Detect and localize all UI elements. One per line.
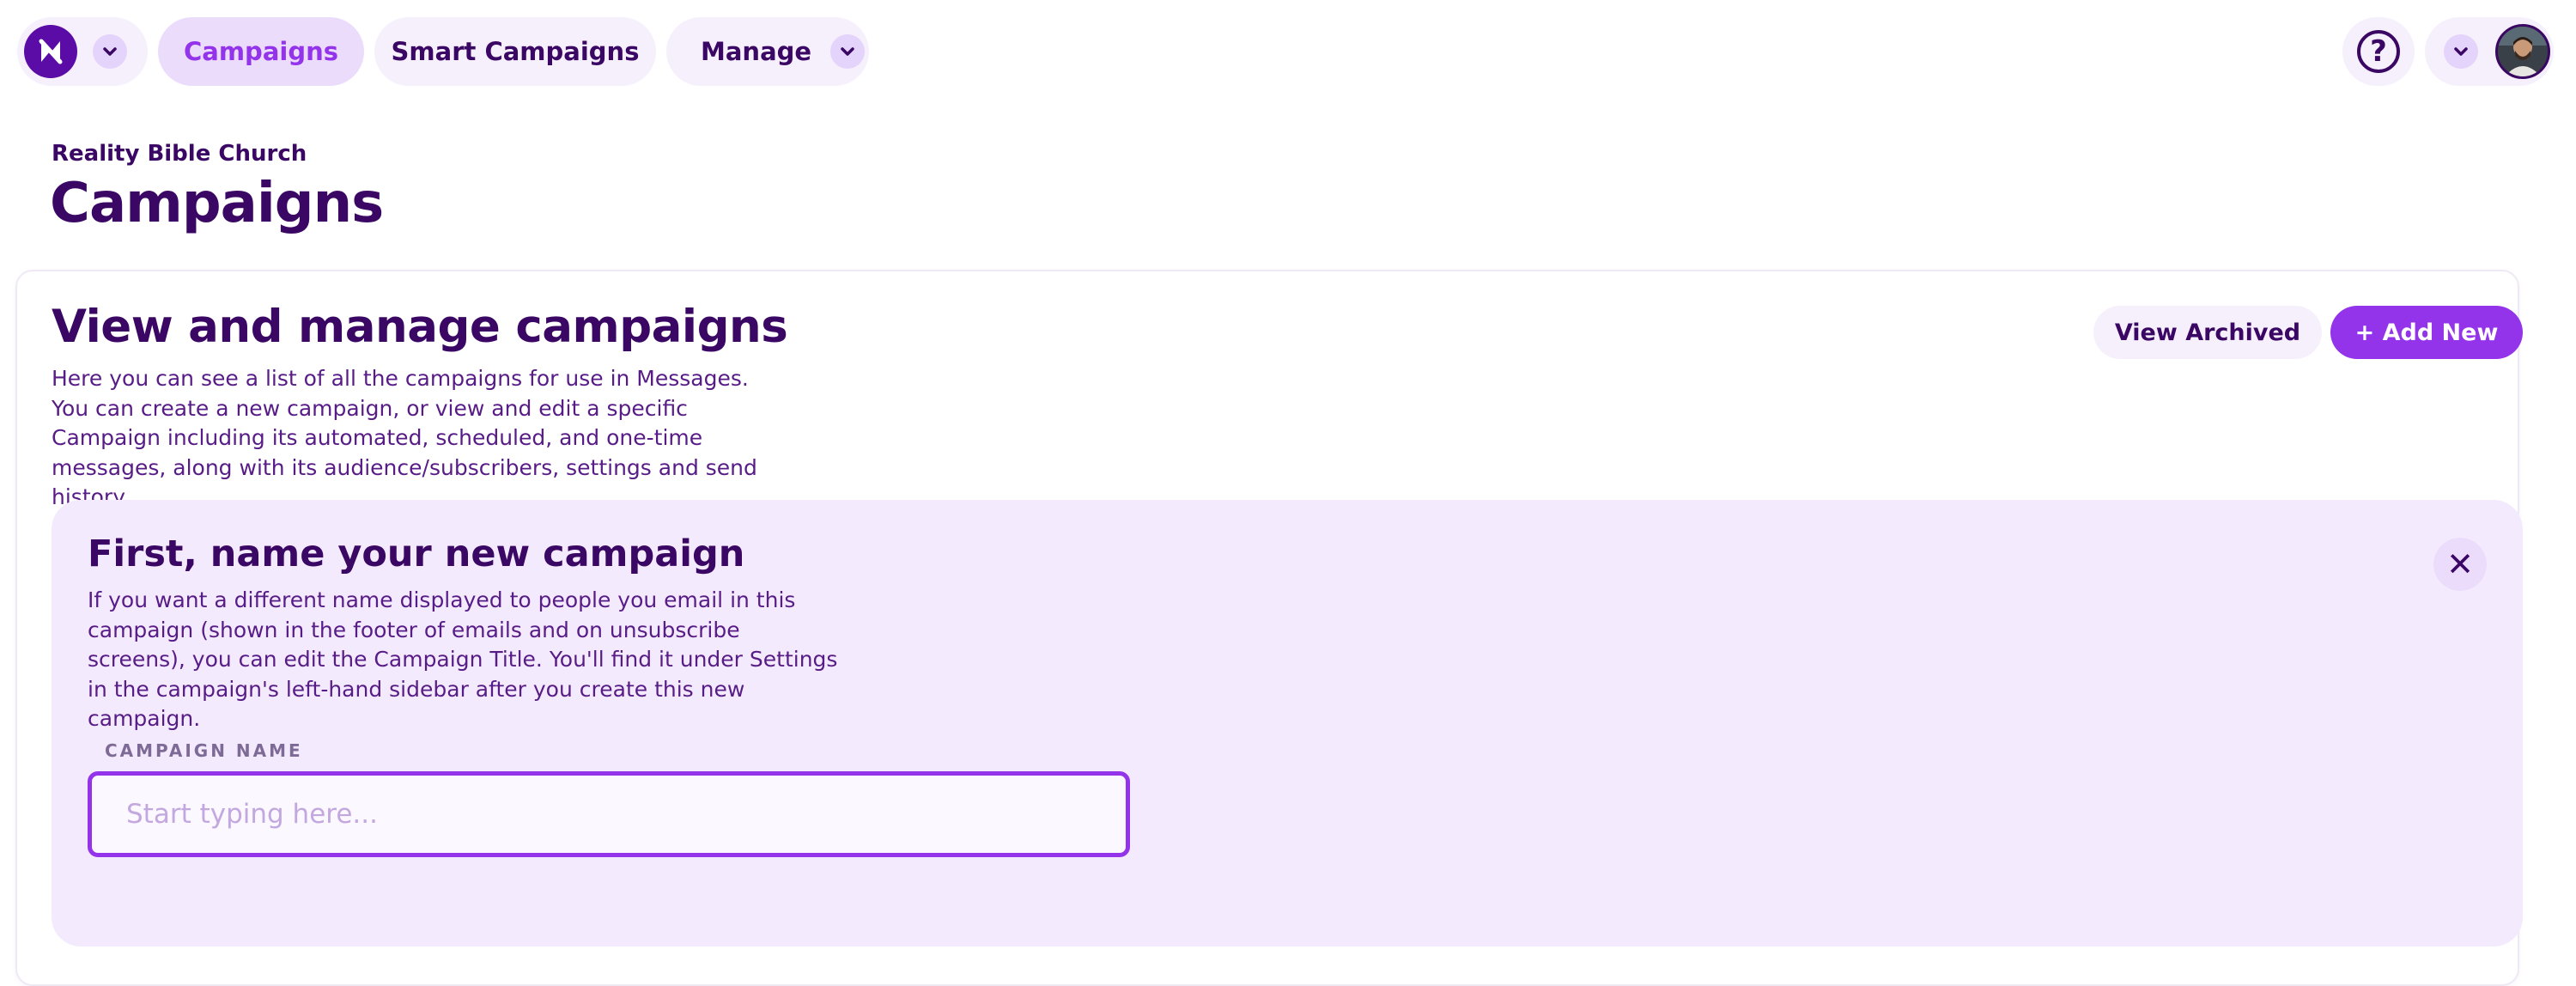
page-title: Campaigns xyxy=(50,172,384,235)
card-title: View and manage campaigns xyxy=(52,301,788,353)
help-symbol: ? xyxy=(2370,34,2387,69)
new-campaign-description: If you want a different name displayed t… xyxy=(88,587,838,731)
campaign-name-label: CAMPAIGN NAME xyxy=(105,740,303,761)
help-button[interactable]: ? xyxy=(2342,17,2415,86)
close-icon[interactable]: ✕ xyxy=(2433,538,2487,591)
view-archived-button[interactable]: View Archived xyxy=(2093,306,2322,359)
card-description: Here you can see a list of all the campa… xyxy=(52,366,757,509)
chevron-down-icon[interactable] xyxy=(93,34,127,69)
add-new-button[interactable]: + Add New xyxy=(2330,306,2523,359)
chevron-down-icon[interactable] xyxy=(2444,34,2478,69)
avatar[interactable] xyxy=(2495,24,2550,79)
org-name: Reality Bible Church xyxy=(52,141,307,167)
brand-logo-icon[interactable] xyxy=(24,25,77,78)
brand-switcher[interactable] xyxy=(17,17,148,86)
user-menu[interactable] xyxy=(2425,17,2554,86)
tab-smart-campaigns[interactable]: Smart Campaigns xyxy=(374,17,656,86)
chevron-down-icon[interactable] xyxy=(830,34,866,69)
campaign-name-input[interactable] xyxy=(88,771,1130,857)
help-icon[interactable]: ? xyxy=(2357,30,2400,73)
tab-manage[interactable]: Manage xyxy=(666,17,869,86)
close-symbol: ✕ xyxy=(2446,545,2474,583)
tab-campaigns-label: Campaigns xyxy=(183,37,338,66)
tab-campaigns[interactable]: Campaigns xyxy=(158,17,364,86)
new-campaign-title: First, name your new campaign xyxy=(88,533,745,575)
tab-manage-label: Manage xyxy=(701,37,812,66)
tab-smart-campaigns-label: Smart Campaigns xyxy=(391,37,640,66)
